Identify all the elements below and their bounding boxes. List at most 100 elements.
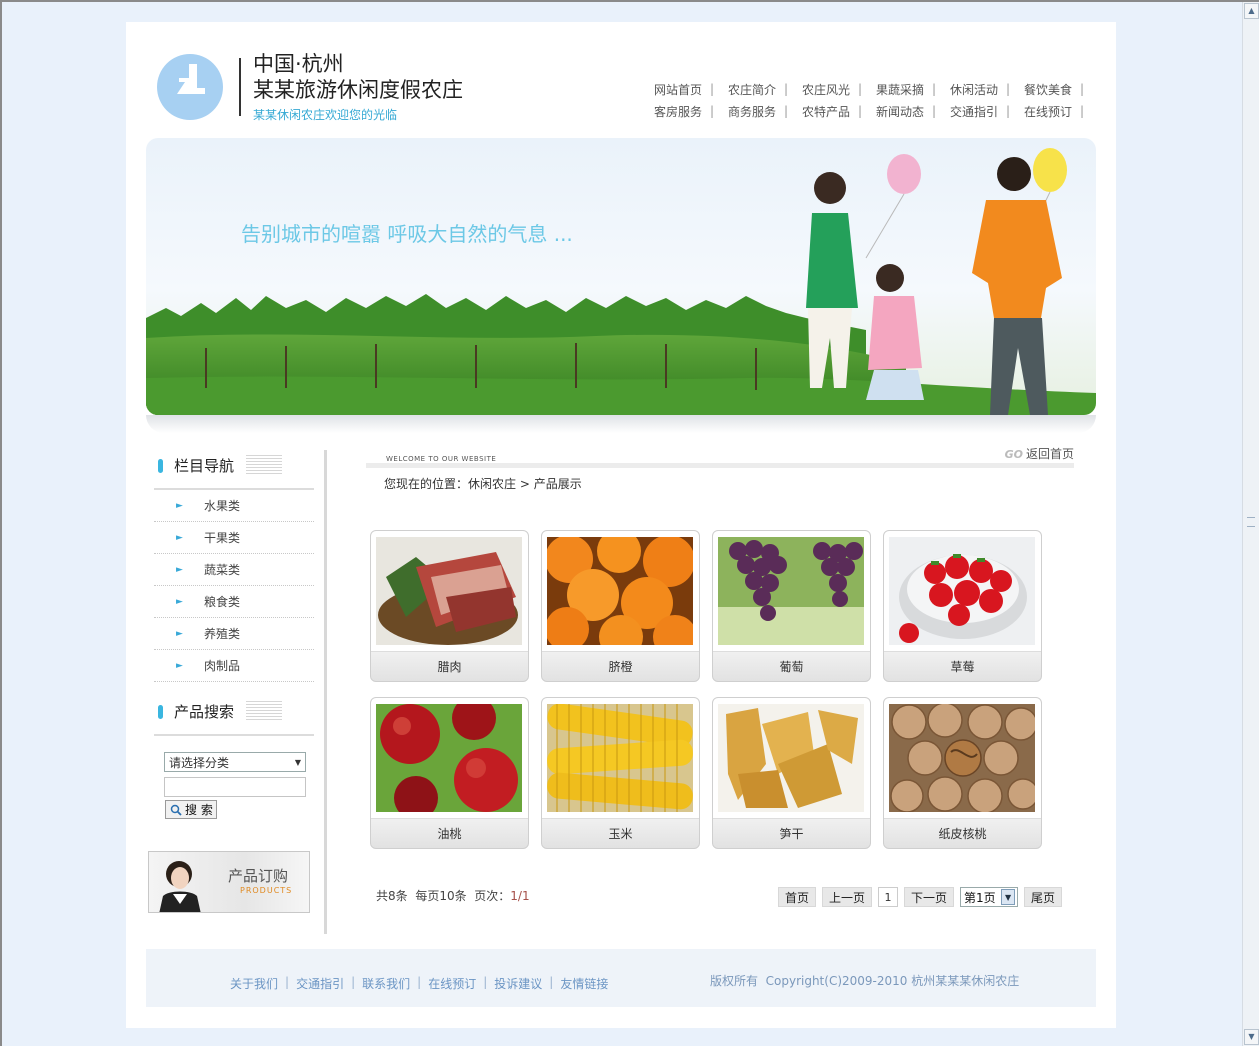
category-item[interactable]: ► 粮食类 [154, 586, 314, 618]
page-number-current[interactable]: 1 [878, 887, 899, 907]
product-name[interactable]: 草莓 [884, 651, 1041, 681]
page-select-value: 第1页 [964, 890, 996, 905]
product-name[interactable]: 脐橙 [542, 651, 699, 681]
product-card[interactable]: 草莓 [883, 530, 1042, 682]
product-image-cured-meat[interactable] [376, 537, 522, 645]
product-name[interactable]: 葡萄 [713, 651, 870, 681]
nav-section-title: 栏目导航 [154, 452, 314, 490]
scroll-down-arrow-icon[interactable]: ▼ [1244, 1029, 1259, 1045]
footer-link-complaint[interactable]: 投诉建议 [494, 975, 542, 992]
footer-link-about[interactable]: 关于我们 [230, 975, 278, 992]
topnav-row-2: 客房服务 | 商务服务 | 农特产品 | 新闻动态 | 交通指引 | 在线预订 | [648, 100, 1098, 122]
next-page-button[interactable]: 下一页 [904, 887, 955, 907]
decorative-lines-icon [246, 701, 282, 721]
nav-item-products[interactable]: 农特产品 | [796, 103, 870, 120]
nav-item-rooms[interactable]: 客房服务 | [648, 103, 722, 120]
footer-link-friends[interactable]: 友情链接 [560, 975, 608, 992]
logo-icon[interactable] [157, 54, 223, 120]
footer-separator: | [549, 975, 554, 989]
scroll-up-arrow-icon[interactable]: ▲ [1244, 3, 1259, 19]
order-banner-title: 产品订购 [228, 867, 289, 885]
product-image-grapes[interactable] [718, 537, 864, 645]
product-order-banner[interactable]: 产品订购 PRODUCTS [148, 851, 310, 913]
product-name[interactable]: 腊肉 [371, 651, 528, 681]
category-label[interactable]: 水果类 [204, 497, 240, 514]
first-page-button[interactable]: 首页 [778, 887, 817, 907]
product-card[interactable]: 纸皮核桃 [883, 697, 1042, 849]
product-card[interactable]: 脐橙 [541, 530, 700, 682]
product-card[interactable]: 葡萄 [712, 530, 871, 682]
prev-page-button[interactable]: 上一页 [822, 887, 873, 907]
product-card[interactable]: 腊肉 [370, 530, 529, 682]
pages-label: 页次： [474, 889, 511, 903]
back-home-link[interactable]: GO 返回首页 [1005, 445, 1074, 462]
search-input[interactable] [164, 777, 306, 797]
category-select[interactable]: 请选择分类 ▼ [164, 752, 306, 772]
footer-link-traffic[interactable]: 交通指引 [296, 975, 344, 992]
category-label[interactable]: 蔬菜类 [204, 561, 240, 578]
per-page-unit: 条 [454, 889, 467, 903]
nav-item-scenery[interactable]: 农庄风光 | [796, 81, 870, 98]
product-name[interactable]: 玉米 [542, 818, 699, 848]
category-item[interactable]: ► 水果类 [154, 490, 314, 522]
nav-item-home[interactable]: 网站首页 | [648, 81, 722, 98]
site-title-line2: 某某旅游休闲度假农庄 [253, 78, 463, 102]
product-card[interactable]: 笋干 [712, 697, 871, 849]
total-count: 8 [388, 889, 396, 903]
double-arrow-icon: ► [176, 596, 183, 607]
banner-illustration [146, 148, 1096, 415]
decorative-lines-icon [246, 455, 282, 475]
window-frame-left [0, 0, 2, 1046]
category-label[interactable]: 肉制品 [204, 657, 240, 674]
category-item[interactable]: ► 蔬菜类 [154, 554, 314, 586]
product-name[interactable]: 油桃 [371, 818, 528, 848]
breadcrumb-separator: > [516, 477, 534, 491]
logo-divider [239, 58, 241, 116]
nav-item-picking[interactable]: 果蔬采摘 | [870, 81, 944, 98]
last-page-button[interactable]: 尾页 [1024, 887, 1063, 907]
category-item[interactable]: ► 养殖类 [154, 618, 314, 650]
chevron-down-icon[interactable]: ▼ [1001, 889, 1016, 905]
product-image-walnut[interactable] [889, 704, 1035, 812]
product-grid: 腊肉 脐橙 葡萄 草莓 油桃 玉米 笋干 纸皮核桃 [370, 530, 1042, 849]
total-label: 共 [376, 889, 389, 903]
nav-item-dining[interactable]: 餐饮美食 | [1018, 81, 1092, 98]
footer-link-contact[interactable]: 联系我们 [362, 975, 410, 992]
customer-service-avatar [159, 861, 201, 912]
go-icon: GO [1004, 448, 1023, 461]
nav-item-business[interactable]: 商务服务 | [722, 103, 796, 120]
breadcrumb: 您现在的位置：休闲农庄 > 产品展示 [384, 475, 582, 492]
window-frame-top [0, 0, 1259, 2]
product-image-dried-bamboo[interactable] [718, 704, 864, 812]
footer-link-booking[interactable]: 在线预订 [428, 975, 476, 992]
category-label[interactable]: 养殖类 [204, 625, 240, 642]
category-label[interactable]: 粮食类 [204, 593, 240, 610]
scroll-grip-icon[interactable] [1247, 517, 1255, 527]
welcome-text: WELCOME TO OUR WEBSITE [386, 455, 497, 463]
search-section-title-text: 产品搜索 [174, 703, 235, 721]
column-divider [324, 450, 327, 934]
nav-item-activities[interactable]: 休闲活动 | [944, 81, 1018, 98]
category-label[interactable]: 干果类 [204, 529, 240, 546]
product-image-strawberry[interactable] [889, 537, 1035, 645]
category-item[interactable]: ► 肉制品 [154, 650, 314, 682]
page-select[interactable]: 第1页 ▼ [960, 887, 1019, 907]
nav-item-booking[interactable]: 在线预订 | [1018, 103, 1092, 120]
vertical-scrollbar[interactable]: ▲ ▼ [1242, 2, 1259, 1046]
nav-item-news[interactable]: 新闻动态 | [870, 103, 944, 120]
product-image-corn[interactable] [547, 704, 693, 812]
product-card[interactable]: 油桃 [370, 697, 529, 849]
product-name[interactable]: 笋干 [713, 818, 870, 848]
category-item[interactable]: ► 干果类 [154, 522, 314, 554]
search-button[interactable]: 搜 索 [165, 800, 217, 819]
product-image-nectarine[interactable] [376, 704, 522, 812]
breadcrumb-home-link[interactable]: 休闲农庄 [468, 477, 516, 491]
product-name[interactable]: 纸皮核桃 [884, 818, 1041, 848]
product-card[interactable]: 玉米 [541, 697, 700, 849]
nav-item-about[interactable]: 农庄简介 | [722, 81, 796, 98]
footer-separator: | [417, 975, 422, 989]
product-image-navel-orange[interactable] [547, 537, 693, 645]
category-select-value: 请选择分类 [169, 755, 230, 770]
footer-separator: | [483, 975, 488, 989]
nav-item-traffic[interactable]: 交通指引 | [944, 103, 1018, 120]
